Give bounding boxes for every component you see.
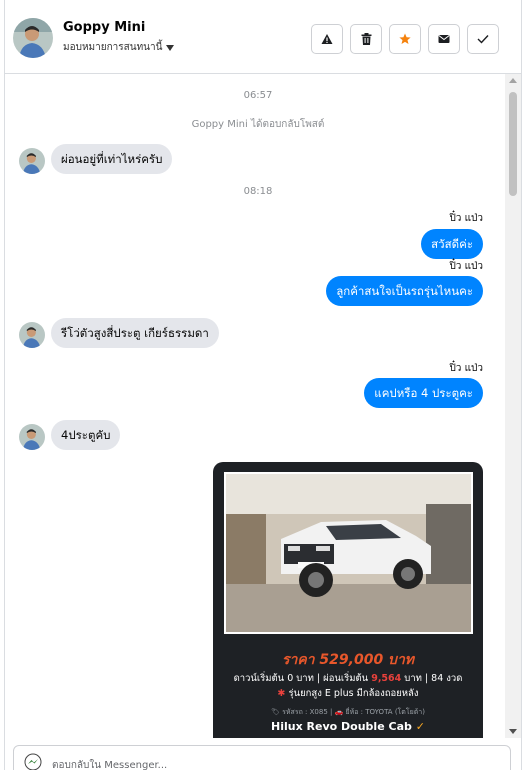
financing-line: ดาวน์เริ่มต้น 0 บาท | ผ่อนเริ่มต้น 9,564… <box>213 671 483 686</box>
conversation-header: Goppy Mini มอบหมายการสนทนานี้ <box>5 0 521 74</box>
assign-dropdown[interactable]: มอบหมายการสนทนานี้ <box>63 40 175 55</box>
avatar <box>19 148 45 174</box>
terms-text: บาท | 84 งวด <box>404 673 463 684</box>
avatar <box>19 424 45 450</box>
contact-name: Goppy Mini <box>63 20 146 35</box>
header-actions <box>311 24 499 54</box>
price-text: ราคา 529,000 บาท <box>281 652 415 668</box>
mark-unread-button[interactable] <box>428 24 460 54</box>
spam-button[interactable] <box>311 24 343 54</box>
trash-icon <box>361 33 371 45</box>
system-message: Goppy Mini ได้ตอบกลับโพสต์ <box>191 119 325 130</box>
conversation-panel: Goppy Mini มอบหมายการสนทนานี้ 06:57 Gopp… <box>4 0 522 770</box>
sender-name: ปิ๋ว แป่ว <box>449 363 483 374</box>
reply-input[interactable]: ตอบกลับใน Messenger... <box>13 745 511 770</box>
scrollbar[interactable] <box>505 74 521 738</box>
delete-button[interactable] <box>350 24 382 54</box>
scroll-down-icon[interactable] <box>509 729 517 734</box>
scrollbar-thumb[interactable] <box>509 92 517 196</box>
verified-icon: ✓ <box>415 720 425 733</box>
feature-text: รุ่นยกสูง E plus มีกล้องถอยหลัง <box>288 688 419 699</box>
meta-text: 🏷 รหัสรถ : X085 | 🚗 ยี่ห้อ : TOYOTA (โตโ… <box>271 708 425 716</box>
message-thread[interactable]: 06:57 Goppy Mini ได้ตอบกลับโพสต์ ผ่อนอยู… <box>5 74 521 738</box>
warning-icon <box>321 34 333 44</box>
assign-label: มอบหมายการสนทนานี้ <box>63 42 163 53</box>
model-text: Hilux Revo Double Cab <box>271 720 412 733</box>
monthly-payment: 9,564 <box>371 673 402 684</box>
caret-down-icon <box>166 44 175 51</box>
envelope-icon <box>438 35 450 43</box>
sender-name: ปิ๋ว แป่ว <box>449 261 483 272</box>
done-button[interactable] <box>467 24 499 54</box>
check-icon <box>477 35 489 44</box>
incoming-message[interactable]: รีโว่ตัวสูงสี่ประตู เกียร์ธรรมดา <box>51 318 219 348</box>
outgoing-message[interactable]: สวัสดีค่ะ <box>421 229 483 259</box>
outgoing-message[interactable]: ลูกค้าสนใจเป็นรถรุ่นไหนคะ <box>326 276 483 306</box>
avatar <box>19 322 45 348</box>
incoming-message[interactable]: 4ประตูคับ <box>51 420 121 450</box>
composer: ตอบกลับใน Messenger... <box>5 738 521 770</box>
outgoing-message[interactable]: แคปหรือ 4 ประตูคะ <box>364 378 483 408</box>
star-icon <box>399 33 411 44</box>
down-payment-text: ดาวน์เริ่มต้น 0 บาท | ผ่อนเริ่มต้น <box>233 673 369 684</box>
incoming-message[interactable]: ผ่อนอยู่ที่เท่าไหร่ครับ <box>51 144 173 174</box>
image-attachment[interactable]: ราคา 529,000 บาท ดาวน์เริ่มต้น 0 บาท | ผ… <box>213 462 483 738</box>
scroll-up-icon[interactable] <box>509 78 517 83</box>
timestamp: 06:57 <box>243 90 273 101</box>
follow-up-button[interactable] <box>389 24 421 54</box>
timestamp: 08:18 <box>243 186 273 197</box>
asterisk-icon: ✱ <box>277 688 286 699</box>
sender-name: ปิ๋ว แป่ว <box>449 213 483 224</box>
avatar[interactable] <box>13 18 53 58</box>
car-photo <box>224 472 473 634</box>
feature-line: ✱ รุ่นยกสูง E plus มีกล้องถอยหลัง <box>213 686 483 701</box>
model-line: Hilux Revo Double Cab ✓ <box>213 720 483 733</box>
reply-placeholder: ตอบกลับใน Messenger... <box>52 760 168 770</box>
messenger-icon <box>24 753 42 770</box>
